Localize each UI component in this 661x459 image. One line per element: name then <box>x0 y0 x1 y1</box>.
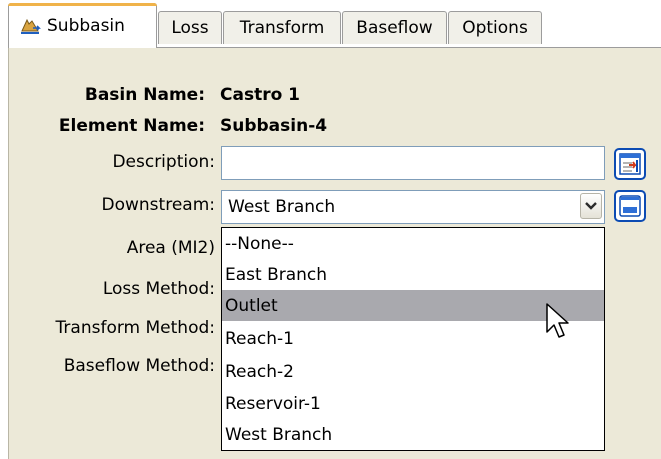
description-label: Description: <box>112 152 215 172</box>
subbasin-icon <box>19 15 41 37</box>
tab-bar: Subbasin Loss Transform Baseflow Options <box>0 0 661 48</box>
chevron-down-icon <box>585 202 597 210</box>
transform-method-label: Transform Method: <box>55 318 215 338</box>
downstream-select[interactable]: West Branch <box>221 190 605 224</box>
element-name-label: Element Name: <box>58 116 205 136</box>
description-editor-icon <box>619 153 641 175</box>
loss-method-label: Loss Method: <box>102 279 215 299</box>
option-none[interactable]: --None-- <box>222 228 604 259</box>
tab-label: Baseflow <box>356 18 433 38</box>
baseflow-method-label: Baseflow Method: <box>63 356 215 376</box>
option-west-branch[interactable]: West Branch <box>222 419 604 450</box>
tab-loss[interactable]: Loss <box>158 11 222 44</box>
tab-label: Transform <box>239 18 325 38</box>
element-name-value: Subbasin-4 <box>220 116 328 136</box>
tab-options[interactable]: Options <box>448 11 542 44</box>
downstream-label: Downstream: <box>101 195 215 215</box>
mouse-cursor-icon <box>545 302 571 347</box>
description-editor-button[interactable] <box>614 148 646 180</box>
dropdown-button[interactable] <box>580 193 602 219</box>
option-reach-2[interactable]: Reach-2 <box>222 356 604 387</box>
option-reservoir-1[interactable]: Reservoir-1 <box>222 388 604 419</box>
tab-label: Subbasin <box>47 16 125 36</box>
select-element-icon <box>619 195 641 217</box>
downstream-value: West Branch <box>228 197 336 217</box>
select-element-button[interactable] <box>614 190 646 222</box>
basin-name-value: Castro 1 <box>220 85 301 105</box>
tab-subbasin[interactable]: Subbasin <box>8 3 157 48</box>
basin-name-label: Basin Name: <box>84 85 205 105</box>
area-label: Area (MI2) <box>126 238 215 258</box>
tab-label: Loss <box>171 18 209 38</box>
option-east-branch[interactable]: East Branch <box>222 259 604 290</box>
tab-label: Options <box>462 18 528 38</box>
tab-transform[interactable]: Transform <box>223 11 341 44</box>
tab-baseflow[interactable]: Baseflow <box>342 11 447 44</box>
description-field[interactable] <box>221 146 605 180</box>
